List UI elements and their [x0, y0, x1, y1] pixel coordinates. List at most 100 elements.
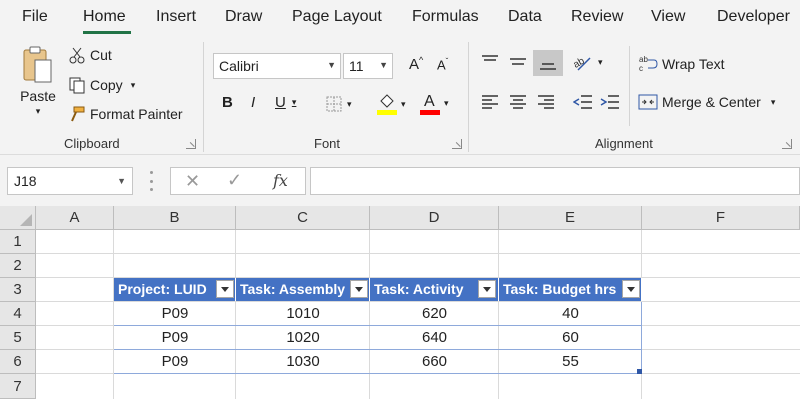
tab-formulas[interactable]: Formulas [412, 8, 479, 26]
column-header-f[interactable]: F [642, 206, 800, 230]
chevron-down-icon[interactable]: ▾ [771, 97, 776, 108]
svg-text:ab: ab [639, 55, 648, 64]
border-icon [325, 95, 343, 113]
decrease-font-size-button[interactable]: Aˇ [437, 57, 448, 72]
filter-dropdown-icon[interactable] [478, 280, 496, 298]
formula-bar-grip[interactable] [150, 171, 153, 191]
table-header-cell[interactable]: Task: Budget hrs [499, 278, 642, 301]
bold-button[interactable]: B [222, 94, 233, 111]
formula-bar-buttons: ✕ ✓ fx [170, 167, 306, 195]
bottom-align-button[interactable] [533, 50, 563, 76]
chevron-down-icon: ▾ [444, 97, 449, 108]
alignment-group-label: Alignment [595, 136, 653, 151]
tab-review[interactable]: Review [571, 8, 623, 26]
underline-button[interactable]: U ▾ [275, 94, 296, 111]
insert-function-icon[interactable]: fx [273, 171, 288, 190]
table-resize-handle[interactable] [637, 369, 642, 374]
row-header-3[interactable]: 3 [0, 278, 36, 302]
align-center-icon [509, 94, 527, 110]
column-header-e[interactable]: E [499, 206, 642, 230]
select-all-corner[interactable] [0, 206, 36, 230]
row-header-7[interactable]: 7 [0, 374, 36, 399]
wrap-text-button[interactable]: ab c Wrap Text [638, 54, 725, 74]
cut-button[interactable]: Cut [68, 46, 112, 64]
cut-label: Cut [90, 47, 112, 63]
tab-draw[interactable]: Draw [225, 8, 262, 26]
row-header-4[interactable]: 4 [0, 302, 36, 326]
increase-font-size-icon: A^ [409, 55, 424, 73]
table-cell[interactable]: P09 [114, 350, 236, 373]
column-header-c[interactable]: C [236, 206, 370, 230]
font-color-button[interactable]: A ▾ [420, 91, 449, 115]
tab-insert[interactable]: Insert [156, 8, 196, 26]
table-cell[interactable]: 55 [499, 350, 642, 373]
orientation-button[interactable]: ab ▾ [572, 52, 603, 72]
enter-check-icon[interactable]: ✓ [227, 170, 242, 191]
increase-indent-button[interactable] [600, 94, 620, 110]
align-left-button[interactable] [481, 94, 499, 110]
table-cell[interactable]: 640 [370, 326, 499, 349]
borders-button[interactable]: ▾ [325, 95, 352, 113]
table-cell[interactable]: P09 [114, 302, 236, 325]
column-header-d[interactable]: D [370, 206, 499, 230]
italic-button[interactable]: I [251, 94, 255, 111]
table-header-label: Task: Budget hrs [503, 281, 617, 297]
tab-view[interactable]: View [651, 8, 685, 26]
tab-home[interactable]: Home [83, 8, 126, 26]
table-cell[interactable]: 1030 [236, 350, 370, 373]
font-size-select[interactable]: 11 ▼ [343, 53, 393, 79]
paste-icon [21, 44, 55, 86]
tab-file[interactable]: File [22, 8, 48, 26]
table-row-border [114, 349, 642, 350]
paste-dropdown-icon[interactable]: ▾ [36, 106, 41, 117]
filter-dropdown-icon[interactable] [622, 280, 640, 298]
ribbon-separator [629, 46, 630, 126]
increase-font-size-button[interactable]: A^ [409, 55, 423, 73]
tab-developer[interactable]: Developer [717, 8, 790, 26]
tab-data[interactable]: Data [508, 8, 542, 26]
format-painter-label: Format Painter [90, 106, 183, 122]
align-center-button[interactable] [509, 94, 527, 110]
column-header-a[interactable]: A [36, 206, 114, 230]
ribbon-tabs: File Home Insert Draw Page Layout Formul… [0, 0, 800, 36]
chevron-down-icon: ▾ [598, 56, 603, 67]
row-header-1[interactable]: 1 [0, 230, 36, 254]
filter-dropdown-icon[interactable] [350, 280, 368, 298]
copy-label: Copy [90, 77, 123, 93]
merge-center-button[interactable]: Merge & Center ▾ [638, 93, 775, 111]
alignment-launcher-icon[interactable] [782, 139, 792, 149]
font-name-select[interactable]: Calibri ▼ [213, 53, 341, 79]
copy-button[interactable]: Copy ▾ [68, 76, 135, 94]
fill-color-button[interactable]: ▾ [377, 93, 406, 115]
format-painter-button[interactable]: Format Painter [68, 105, 183, 123]
table-cell[interactable]: 60 [499, 326, 642, 349]
font-launcher-icon[interactable] [452, 139, 462, 149]
align-right-button[interactable] [537, 94, 555, 110]
table-cell[interactable]: 660 [370, 350, 499, 373]
table-header-label: Task: Activity [374, 281, 464, 297]
formula-input[interactable] [310, 167, 800, 195]
table-cell[interactable]: P09 [114, 326, 236, 349]
table-cell[interactable]: 40 [499, 302, 642, 325]
tab-page-layout[interactable]: Page Layout [292, 8, 382, 26]
table-cell[interactable]: 1020 [236, 326, 370, 349]
paste-button[interactable]: Paste ▾ [18, 44, 58, 124]
filter-dropdown-icon[interactable] [216, 280, 234, 298]
top-align-button[interactable] [481, 54, 499, 70]
middle-align-button[interactable] [509, 54, 527, 70]
chevron-down-icon: ▼ [379, 60, 388, 70]
copy-dropdown-icon[interactable]: ▾ [131, 80, 136, 91]
row-header-5[interactable]: 5 [0, 326, 36, 350]
table-cell[interactable]: 1010 [236, 302, 370, 325]
name-box[interactable]: J18 ▼ [7, 167, 133, 195]
column-header-b[interactable]: B [114, 206, 236, 230]
chevron-down-icon[interactable]: ▼ [117, 176, 126, 186]
row-header-2[interactable]: 2 [0, 254, 36, 278]
row-header-6[interactable]: 6 [0, 350, 36, 374]
chevron-down-icon: ▼ [327, 60, 336, 70]
cancel-icon[interactable]: ✕ [185, 171, 200, 192]
clipboard-launcher-icon[interactable] [186, 139, 196, 149]
decrease-indent-button[interactable] [573, 94, 593, 110]
align-bottom-icon [539, 55, 557, 71]
table-cell[interactable]: 620 [370, 302, 499, 325]
